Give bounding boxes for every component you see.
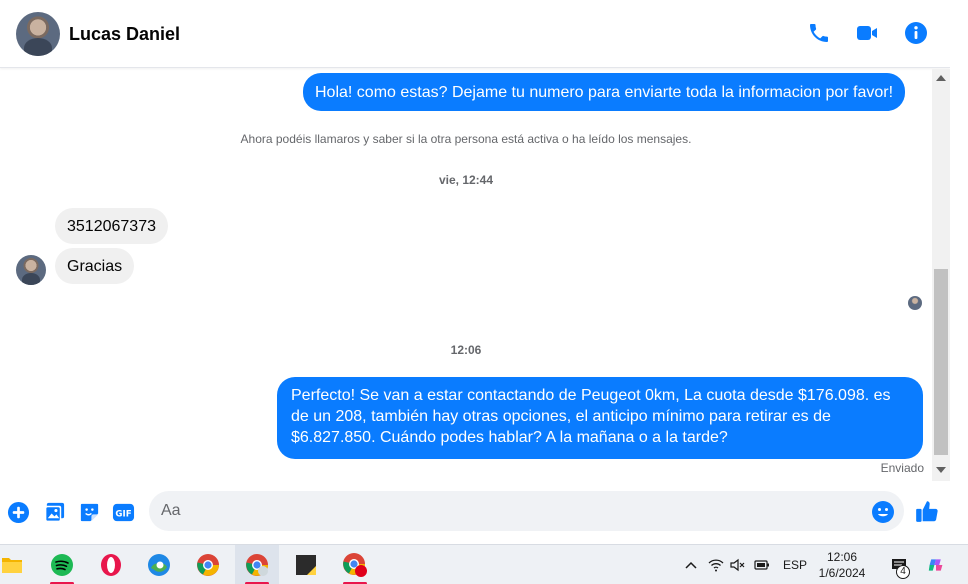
gif-label: GIF <box>115 509 131 519</box>
sticky-notes-icon[interactable] <box>284 545 328 584</box>
chrome-icon[interactable] <box>186 545 230 584</box>
opera-icon[interactable] <box>89 545 133 584</box>
battery-icon[interactable] <box>754 557 770 573</box>
contact-name[interactable]: Lucas Daniel <box>69 24 180 45</box>
message-list: Hola! como estas? Dejame tu numero para … <box>0 69 932 481</box>
system-clock[interactable]: 12:06 1/6/2024 <box>812 549 872 581</box>
edge-icon[interactable] <box>137 545 181 584</box>
timestamp: 12:06 <box>450 343 482 357</box>
copilot-icon[interactable] <box>926 555 946 575</box>
add-circle-icon[interactable] <box>6 500 30 524</box>
system-note: Ahora podéis llamaros y saber si la otra… <box>240 132 692 146</box>
wifi-icon[interactable] <box>708 557 724 573</box>
clock-time: 12:06 <box>826 550 858 564</box>
chat-header: Lucas Daniel <box>0 0 950 68</box>
volume-muted-icon[interactable] <box>730 557 746 573</box>
chat-scrollbar[interactable] <box>932 69 950 481</box>
timestamp: vie, 12:44 <box>438 173 494 187</box>
outgoing-message[interactable]: Perfecto! Se van a estar contactando de … <box>277 377 923 459</box>
chrome-alt-icon[interactable] <box>333 545 377 584</box>
seen-indicator-avatar <box>908 296 922 310</box>
message-input[interactable] <box>149 491 904 531</box>
gif-icon[interactable]: GIF <box>111 500 135 524</box>
notification-count: 4 <box>896 565 910 579</box>
incoming-message[interactable]: Gracias <box>55 248 135 284</box>
messenger-window: Lucas Daniel Hola! como estas? Dejame tu… <box>0 0 968 584</box>
info-icon[interactable] <box>903 20 929 46</box>
clock-date: 1/6/2024 <box>818 566 866 580</box>
file-explorer-icon[interactable] <box>0 545 34 584</box>
video-icon[interactable] <box>854 20 880 46</box>
thumbs-up-icon[interactable] <box>914 498 940 524</box>
message-status: Enviado <box>880 461 924 475</box>
emoji-icon[interactable] <box>871 500 895 524</box>
contact-avatar-small[interactable] <box>16 255 46 285</box>
spotify-icon[interactable] <box>40 545 84 584</box>
composer: GIF <box>0 481 950 544</box>
windows-taskbar: ESP 12:06 1/6/2024 4 <box>0 544 968 584</box>
contact-avatar[interactable] <box>16 12 60 56</box>
page-scrollbar <box>950 0 968 544</box>
chrome-profile-icon[interactable] <box>235 545 279 584</box>
incoming-message[interactable]: 3512067373 <box>55 208 168 244</box>
scroll-up-arrow[interactable] <box>936 75 946 81</box>
phone-icon[interactable] <box>806 20 832 46</box>
scroll-down-arrow[interactable] <box>936 467 946 473</box>
scroll-thumb[interactable] <box>934 269 948 455</box>
language-indicator[interactable]: ESP <box>783 558 807 572</box>
sticker-icon[interactable] <box>77 500 101 524</box>
chevron-up-icon[interactable] <box>683 557 699 573</box>
gallery-icon[interactable] <box>42 500 66 524</box>
outgoing-message[interactable]: Hola! como estas? Dejame tu numero para … <box>303 73 906 111</box>
